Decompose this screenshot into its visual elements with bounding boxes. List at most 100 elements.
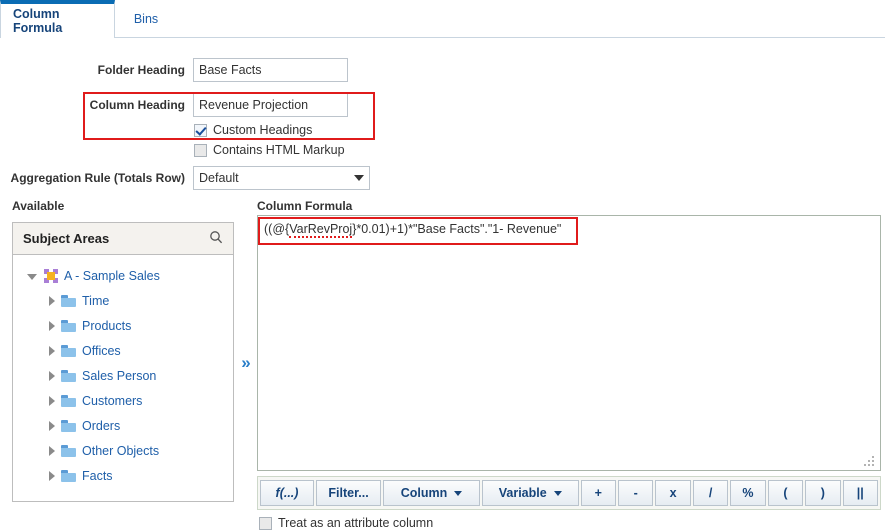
chevron-right-icon[interactable] <box>49 470 55 481</box>
folder-icon <box>61 444 76 457</box>
column-heading-row: Column Heading <box>0 93 360 117</box>
percent-button-label: % <box>742 486 754 500</box>
folder-icon <box>61 394 76 407</box>
tab-column-formula-label: Column Formula <box>13 7 63 35</box>
column-heading-input[interactable] <box>193 93 348 117</box>
chevron-right-icon[interactable] <box>49 370 55 381</box>
variable-menu-button[interactable]: Variable <box>481 480 579 506</box>
chevron-right-icon[interactable] <box>49 445 55 456</box>
column-menu-button-label: Column <box>400 486 448 500</box>
chevron-down-icon[interactable] <box>27 274 37 280</box>
chevron-down-icon <box>454 490 463 496</box>
tree-node-label: Products <box>82 318 132 333</box>
tab-column-formula[interactable]: Column Formula <box>0 0 115 38</box>
subject-areas-header: Subject Areas <box>13 223 233 255</box>
open-paren-button[interactable]: ( <box>767 480 804 506</box>
folder-icon <box>61 469 76 482</box>
aggregation-rule-row: Aggregation Rule (Totals Row) Default <box>0 166 380 190</box>
subject-areas-panel: Subject Areas A - Sample Sales Time Prod… <box>12 222 234 502</box>
concat-button-label: || <box>856 486 864 500</box>
chevron-right-icon[interactable] <box>49 420 55 431</box>
plus-button[interactable]: + <box>580 480 616 506</box>
percent-button[interactable]: % <box>730 480 766 506</box>
open-paren-button-label: ( <box>783 486 788 500</box>
formula-text-before: ((@{ <box>264 222 290 236</box>
tree-node-label: Customers <box>82 393 143 408</box>
custom-headings-label: Custom Headings <box>213 123 313 137</box>
tree-node-products[interactable]: Products <box>13 313 233 338</box>
aggregation-rule-value: Default <box>199 171 239 185</box>
chevron-right-icon[interactable] <box>49 295 55 306</box>
column-menu-button[interactable]: Column <box>383 480 480 506</box>
folder-heading-input[interactable] <box>193 58 348 82</box>
tree-node-sales-person[interactable]: Sales Person <box>13 363 233 388</box>
chevron-down-icon <box>354 175 364 181</box>
folder-icon <box>61 294 76 307</box>
variable-menu-button-label: Variable <box>498 486 547 500</box>
tree-node-label: Facts <box>82 468 113 483</box>
tree-node-label: Offices <box>82 343 121 358</box>
concat-button[interactable]: || <box>842 480 878 506</box>
custom-headings-checkbox[interactable] <box>194 123 207 137</box>
search-icon[interactable] <box>209 230 223 247</box>
formula-misspelled-token: VarRevProj <box>289 222 353 238</box>
tree-node-label: Sales Person <box>82 368 157 383</box>
tab-bins[interactable]: Bins <box>116 0 176 38</box>
treat-as-attribute-column-row[interactable]: Treat as an attribute column <box>259 516 433 530</box>
tree-node-label: A - Sample Sales <box>64 268 160 283</box>
tree-node-label: Other Objects <box>82 443 160 458</box>
double-chevron-right-icon: » <box>241 352 251 372</box>
chevron-right-icon[interactable] <box>49 395 55 406</box>
close-paren-button-label: ) <box>820 486 825 500</box>
chevron-right-icon[interactable] <box>49 345 55 356</box>
treat-as-attribute-column-checkbox[interactable] <box>259 516 272 530</box>
folder-icon <box>61 319 76 332</box>
minus-button-label: - <box>633 486 638 500</box>
available-label: Available <box>12 199 65 213</box>
contains-html-markup-label: Contains HTML Markup <box>213 143 345 157</box>
folder-icon <box>61 369 76 382</box>
subject-areas-title: Subject Areas <box>23 231 110 246</box>
folder-icon <box>61 344 76 357</box>
function-button-label: f(...) <box>275 486 299 500</box>
tree-node-label: Time <box>82 293 110 308</box>
tree-node-facts[interactable]: Facts <box>13 463 233 488</box>
folder-heading-row: Folder Heading <box>0 58 360 82</box>
subject-areas-tree: A - Sample Sales Time Products Offices S… <box>13 255 233 488</box>
chevron-right-icon[interactable] <box>49 320 55 331</box>
tree-node-customers[interactable]: Customers <box>13 388 233 413</box>
contains-html-markup-checkbox-row[interactable]: Contains HTML Markup <box>194 143 345 157</box>
close-paren-button[interactable]: ) <box>805 480 841 506</box>
contains-html-markup-checkbox[interactable] <box>194 143 207 157</box>
aggregation-rule-label: Aggregation Rule (Totals Row) <box>10 171 185 185</box>
filter-button-label: Filter... <box>328 486 369 500</box>
column-formula-textarea[interactable]: ((@{VarRevProj}*0.01)+1)*"Base Facts"."1… <box>257 215 881 471</box>
chevron-down-icon <box>553 490 562 496</box>
folder-icon <box>61 419 76 432</box>
aggregation-rule-select[interactable]: Default <box>193 166 370 190</box>
tree-node-time[interactable]: Time <box>13 288 233 313</box>
folder-heading-label: Folder Heading <box>97 63 185 77</box>
function-button[interactable]: f(...) <box>260 480 314 506</box>
tree-node-orders[interactable]: Orders <box>13 413 233 438</box>
resize-grip-icon[interactable] <box>864 456 874 466</box>
divide-button[interactable]: / <box>692 480 729 506</box>
tree-node-sample-sales[interactable]: A - Sample Sales <box>13 263 233 288</box>
tree-node-other-objects[interactable]: Other Objects <box>13 438 233 463</box>
filter-button[interactable]: Filter... <box>316 480 382 506</box>
multiply-button-label: x <box>669 486 677 500</box>
column-formula-label: Column Formula <box>257 199 353 213</box>
custom-headings-checkbox-row[interactable]: Custom Headings <box>194 123 312 137</box>
divide-button-label: / <box>708 486 713 500</box>
multiply-button[interactable]: x <box>655 480 691 506</box>
column-formula-text: ((@{VarRevProj}*0.01)+1)*"Base Facts"."1… <box>264 222 562 238</box>
tab-bins-label: Bins <box>133 11 159 26</box>
minus-button[interactable]: - <box>618 480 654 506</box>
column-heading-label: Column Heading <box>89 98 185 112</box>
move-to-formula-button[interactable]: » <box>236 348 256 376</box>
tree-node-offices[interactable]: Offices <box>13 338 233 363</box>
formula-text-after: }*0.01)+1)*"Base Facts"."1- Revenue" <box>352 222 562 236</box>
plus-button-label: + <box>594 486 602 500</box>
subject-area-icon <box>44 268 58 283</box>
treat-as-attribute-column-label: Treat as an attribute column <box>278 516 434 530</box>
